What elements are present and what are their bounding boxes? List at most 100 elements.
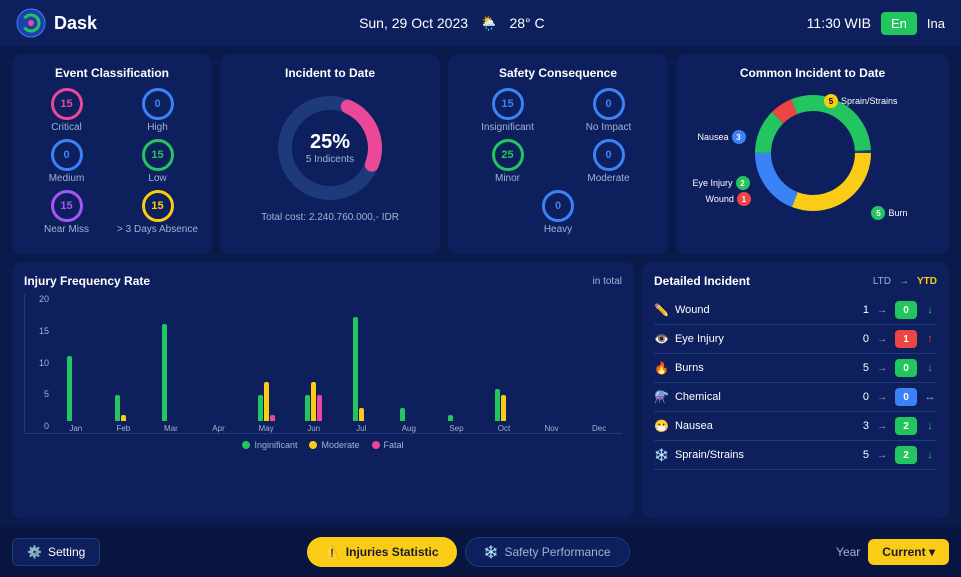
common-donut-container: 5 Sprain/Strains Nausea 3 Eye Injury 2 W… <box>748 88 878 218</box>
di-arrow: → <box>875 334 889 345</box>
month-group-nov: Nov <box>529 419 575 433</box>
di-row-nausea: 😷 Nausea 3 → 2 ↓ <box>654 412 937 441</box>
event-item-high: 0 High <box>115 88 200 133</box>
month-label: Jun <box>307 424 320 433</box>
di-trend: ↓ <box>923 304 937 316</box>
footer-center: ⚠️ Injuries Statistic ❄️ Safety Performa… <box>307 537 630 567</box>
sc-item-minor: 25 Minor <box>460 139 555 184</box>
month-label: Jul <box>356 424 366 433</box>
bar <box>258 395 263 421</box>
mid-row: Injury Frequency Rate in total 0 5 10 15… <box>12 262 949 519</box>
di-arrow: → <box>875 421 889 432</box>
di-name: ⚗️ Chemical <box>654 390 843 404</box>
bar <box>359 408 364 421</box>
event-label-medium: Medium <box>49 173 85 184</box>
sc-item-no-impact: 0 No Impact <box>561 88 656 133</box>
di-rows: ✏️ Wound 1 → 0 ↓ 👁️ Eye Injury 0 → 1 ↑ 🔥… <box>654 296 937 470</box>
di-trend: ↓ <box>923 420 937 432</box>
event-label-low: Low <box>148 173 166 184</box>
month-label: Nov <box>544 424 558 433</box>
footer-right: Year Current ▾ <box>836 539 949 565</box>
bar <box>305 395 310 421</box>
di-ytd-badge: 1 <box>895 330 917 348</box>
logo-icon <box>16 8 46 38</box>
injuries-statistic-button[interactable]: ⚠️ Injuries Statistic <box>307 537 457 567</box>
header-date: Sun, 29 Oct 2023 <box>359 15 468 31</box>
sc-single-heavy: 0 Heavy <box>460 190 656 235</box>
total-cost: Total cost: 2.240.760.000,- IDR <box>232 212 428 223</box>
injuries-label: Injuries Statistic <box>346 545 439 559</box>
incident-to-date-card: Incident to Date 25% 5 Indicents Total c… <box>220 54 440 254</box>
bar <box>270 415 275 422</box>
di-trend: ↔ <box>923 391 937 403</box>
donut-text-overlay: 25% 5 Indicents <box>306 131 354 165</box>
di-trend: ↓ <box>923 362 937 374</box>
safety-performance-button[interactable]: ❄️ Safety Performance <box>465 537 630 567</box>
month-group-jun: Jun <box>291 382 337 433</box>
header: Dask Sun, 29 Oct 2023 🌦️ 28° C 11:30 WIB… <box>0 0 961 46</box>
di-name: 🔥 Burns <box>654 361 843 375</box>
di-arrow: → <box>875 392 889 403</box>
di-cols: LTD → YTD <box>873 276 937 287</box>
header-time: 11:30 WIB <box>807 15 871 31</box>
month-group-sep: Sep <box>434 415 480 434</box>
month-group-aug: Aug <box>386 408 432 433</box>
di-row-burns: 🔥 Burns 5 → 0 ↓ <box>654 354 937 383</box>
bar <box>495 389 500 422</box>
bar <box>264 382 269 421</box>
lang-ina-button[interactable]: Ina <box>927 16 945 31</box>
event-item-low: 15 Low <box>115 139 200 184</box>
chart-legend: Inginificant Moderate Fatal <box>24 440 622 450</box>
bar <box>311 382 316 421</box>
donut-wrapper: 25% 5 Indicents <box>270 88 390 208</box>
bar <box>353 317 358 421</box>
month-label: May <box>259 424 274 433</box>
header-right: 11:30 WIB En Ina <box>807 12 945 35</box>
month-label: Mar <box>164 424 178 433</box>
di-name: ✏️ Wound <box>654 303 843 317</box>
safety-consequence-title: Safety Consequence <box>460 66 656 80</box>
event-label-3days: > 3 Days Absence <box>117 224 198 235</box>
month-group-mar: Mar <box>148 324 194 434</box>
di-row-icon: 👁️ <box>654 332 669 346</box>
sc-label-no-impact: No Impact <box>586 122 632 133</box>
chart-header: Injury Frequency Rate in total <box>24 274 622 288</box>
di-title: Detailed Incident <box>654 274 750 288</box>
year-label: Year <box>836 545 860 559</box>
year-button[interactable]: Current ▾ <box>868 539 949 565</box>
di-row-icon: ❄️ <box>654 448 669 462</box>
event-classification-title: Event Classification <box>24 66 200 80</box>
performance-icon: ❄️ <box>484 545 499 559</box>
month-label: Aug <box>402 424 416 433</box>
footer: ⚙️ Setting ⚠️ Injuries Statistic ❄️ Safe… <box>0 527 961 577</box>
setting-button[interactable]: ⚙️ Setting <box>12 538 100 566</box>
sc-badge-moderate: 0 <box>593 139 625 171</box>
di-ltd: 1 <box>849 304 869 316</box>
safety-label: Safety Performance <box>504 545 610 559</box>
di-ytd-badge: 0 <box>895 301 917 319</box>
month-group-jul: Jul <box>338 317 384 433</box>
month-group-oct: Oct <box>481 389 527 434</box>
sc-label-heavy: Heavy <box>544 224 572 235</box>
detailed-incident-card: Detailed Incident LTD → YTD ✏️ Wound 1 →… <box>642 262 949 519</box>
bar-chart: 0 5 10 15 20 JanFebMarAprMayJunJulAugSep… <box>24 294 622 434</box>
di-ytd-badge: 2 <box>895 417 917 435</box>
month-label: Oct <box>498 424 510 433</box>
legend-dot-moderate <box>309 441 317 449</box>
lang-en-button[interactable]: En <box>881 12 917 35</box>
di-arrow: → <box>875 363 889 374</box>
sc-badge-heavy: 0 <box>542 190 574 222</box>
common-incident-inner: 5 Sprain/Strains Nausea 3 Eye Injury 2 W… <box>688 88 937 218</box>
setting-label: Setting <box>48 545 85 559</box>
event-badge-3days: 15 <box>142 190 174 222</box>
donut-incidents: 5 Indicents <box>306 154 354 165</box>
sc-label-minor: Minor <box>495 173 520 184</box>
month-label: Sep <box>449 424 463 433</box>
di-trend: ↓ <box>923 449 937 461</box>
legend-fatal: Fatal <box>372 440 404 450</box>
di-ytd-badge: 0 <box>895 359 917 377</box>
event-item-near-miss: 15 Near Miss <box>24 190 109 235</box>
di-name: ❄️ Sprain/Strains <box>654 448 843 462</box>
legend-moderate: Moderate <box>309 440 359 450</box>
month-group-apr: Apr <box>196 419 242 433</box>
